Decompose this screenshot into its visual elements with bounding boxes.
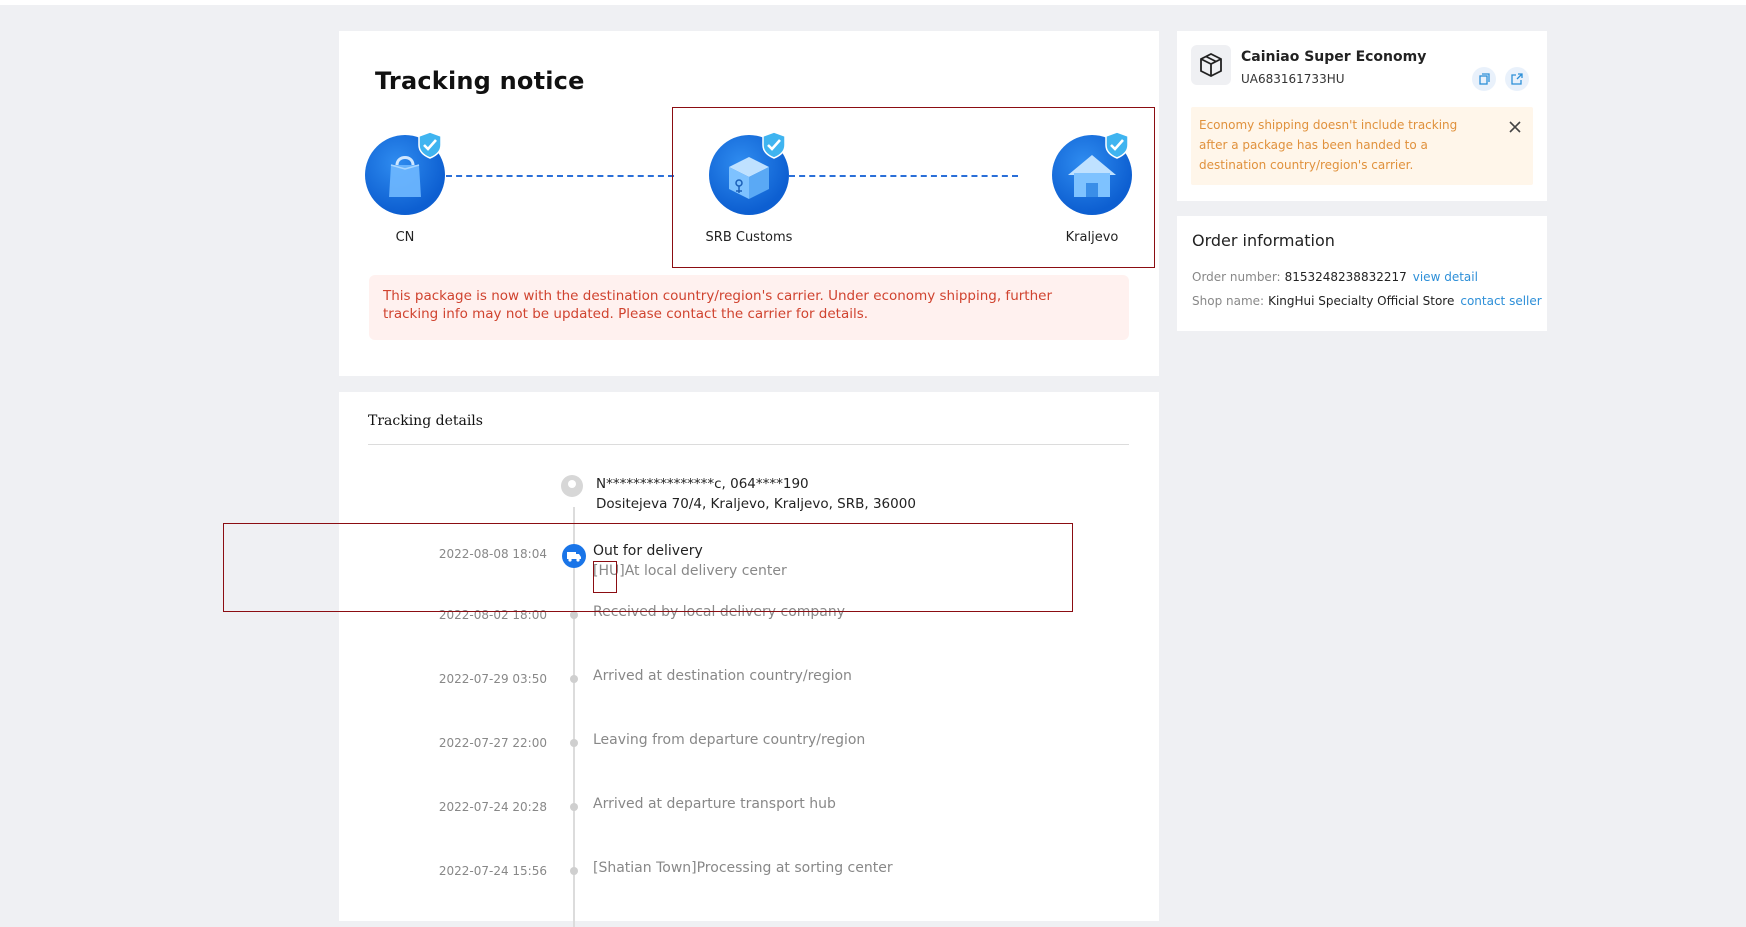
address-line: Dositejeva 70/4, Kraljevo, Kraljevo, SRB… [596,496,916,512]
timeline-event: 2022-07-27 22:00 Leaving from departure … [339,732,1159,772]
tracking-notice-title: Tracking notice [375,67,585,95]
tracking-details-title: Tracking details [368,413,483,429]
timeline-event: 2022-07-24 15:56 [Shatian Town]Processin… [339,860,1159,900]
view-detail-link[interactable]: view detail [1413,270,1478,284]
carrier-card: Cainiao Super Economy UA683161733HU Econ… [1177,31,1547,201]
event-status: Leaving from departure country/region [593,732,866,748]
tracking-number: UA683161733HU [1241,72,1345,86]
external-link-icon [1511,73,1523,85]
progress-dash-1 [446,175,674,177]
copy-icon [1479,73,1490,85]
carrier-name: Cainiao Super Economy [1241,49,1427,65]
timeline-dot [570,675,578,683]
event-date: 2022-07-27 22:00 [438,736,547,750]
event-date: 2022-07-29 03:50 [438,672,547,686]
timeline-event: 2022-07-24 20:28 Arrived at departure tr… [339,796,1159,836]
recipient-line: N****************c, 064****190 [596,476,809,492]
shop-name-value: KingHui Specialty Official Store [1268,294,1455,308]
package-box-icon [1191,45,1231,85]
copy-button[interactable] [1472,67,1496,91]
shop-name-row: Shop name: KingHui Specialty Official Sto… [1192,294,1542,308]
alert-text: This package is now with the destination… [383,288,1053,322]
contact-seller-link[interactable]: contact seller [1460,294,1541,308]
economy-warning: Economy shipping doesn't include trackin… [1191,107,1533,185]
tracking-details-card: Tracking details N****************c, 064… [339,392,1159,927]
event-date: 2022-07-24 20:28 [438,800,547,814]
timeline-dot [570,803,578,811]
event-status: Arrived at destination country/region [593,668,852,684]
shop-name-label: Shop name: [1192,294,1265,308]
annotation-box-steps [672,107,1155,268]
event-status: Arrived at departure transport hub [593,796,836,812]
carrier-handover-alert: This package is now with the destination… [369,275,1129,340]
close-icon[interactable] [1507,119,1523,135]
order-number-label: Order number: [1192,270,1281,284]
top-strip [0,0,1746,5]
timeline-dot [570,867,578,875]
event-date: 2022-07-24 15:56 [438,864,547,878]
divider [368,444,1129,445]
open-external-button[interactable] [1505,67,1529,91]
location-pin-icon [561,475,583,497]
annotation-box-hu [593,561,617,593]
event-status: [Shatian Town]Processing at sorting cent… [593,860,893,876]
timeline-dot [570,739,578,747]
order-info-card: Order information Order number: 815324823… [1177,216,1547,331]
order-info-title: Order information [1192,231,1335,250]
timeline-event: 2022-07-29 03:50 Arrived at destination … [339,668,1159,708]
step-origin [365,131,445,215]
warning-text: Economy shipping doesn't include trackin… [1199,118,1458,172]
order-number-value: 8153248238832217 [1284,270,1407,284]
order-number-row: Order number: 8153248238832217 view detail [1192,270,1478,284]
timeline-dot [570,611,578,619]
annotation-box-event [223,523,1073,612]
step-origin-label: CN [395,230,415,245]
verified-shield-icon [417,131,443,159]
